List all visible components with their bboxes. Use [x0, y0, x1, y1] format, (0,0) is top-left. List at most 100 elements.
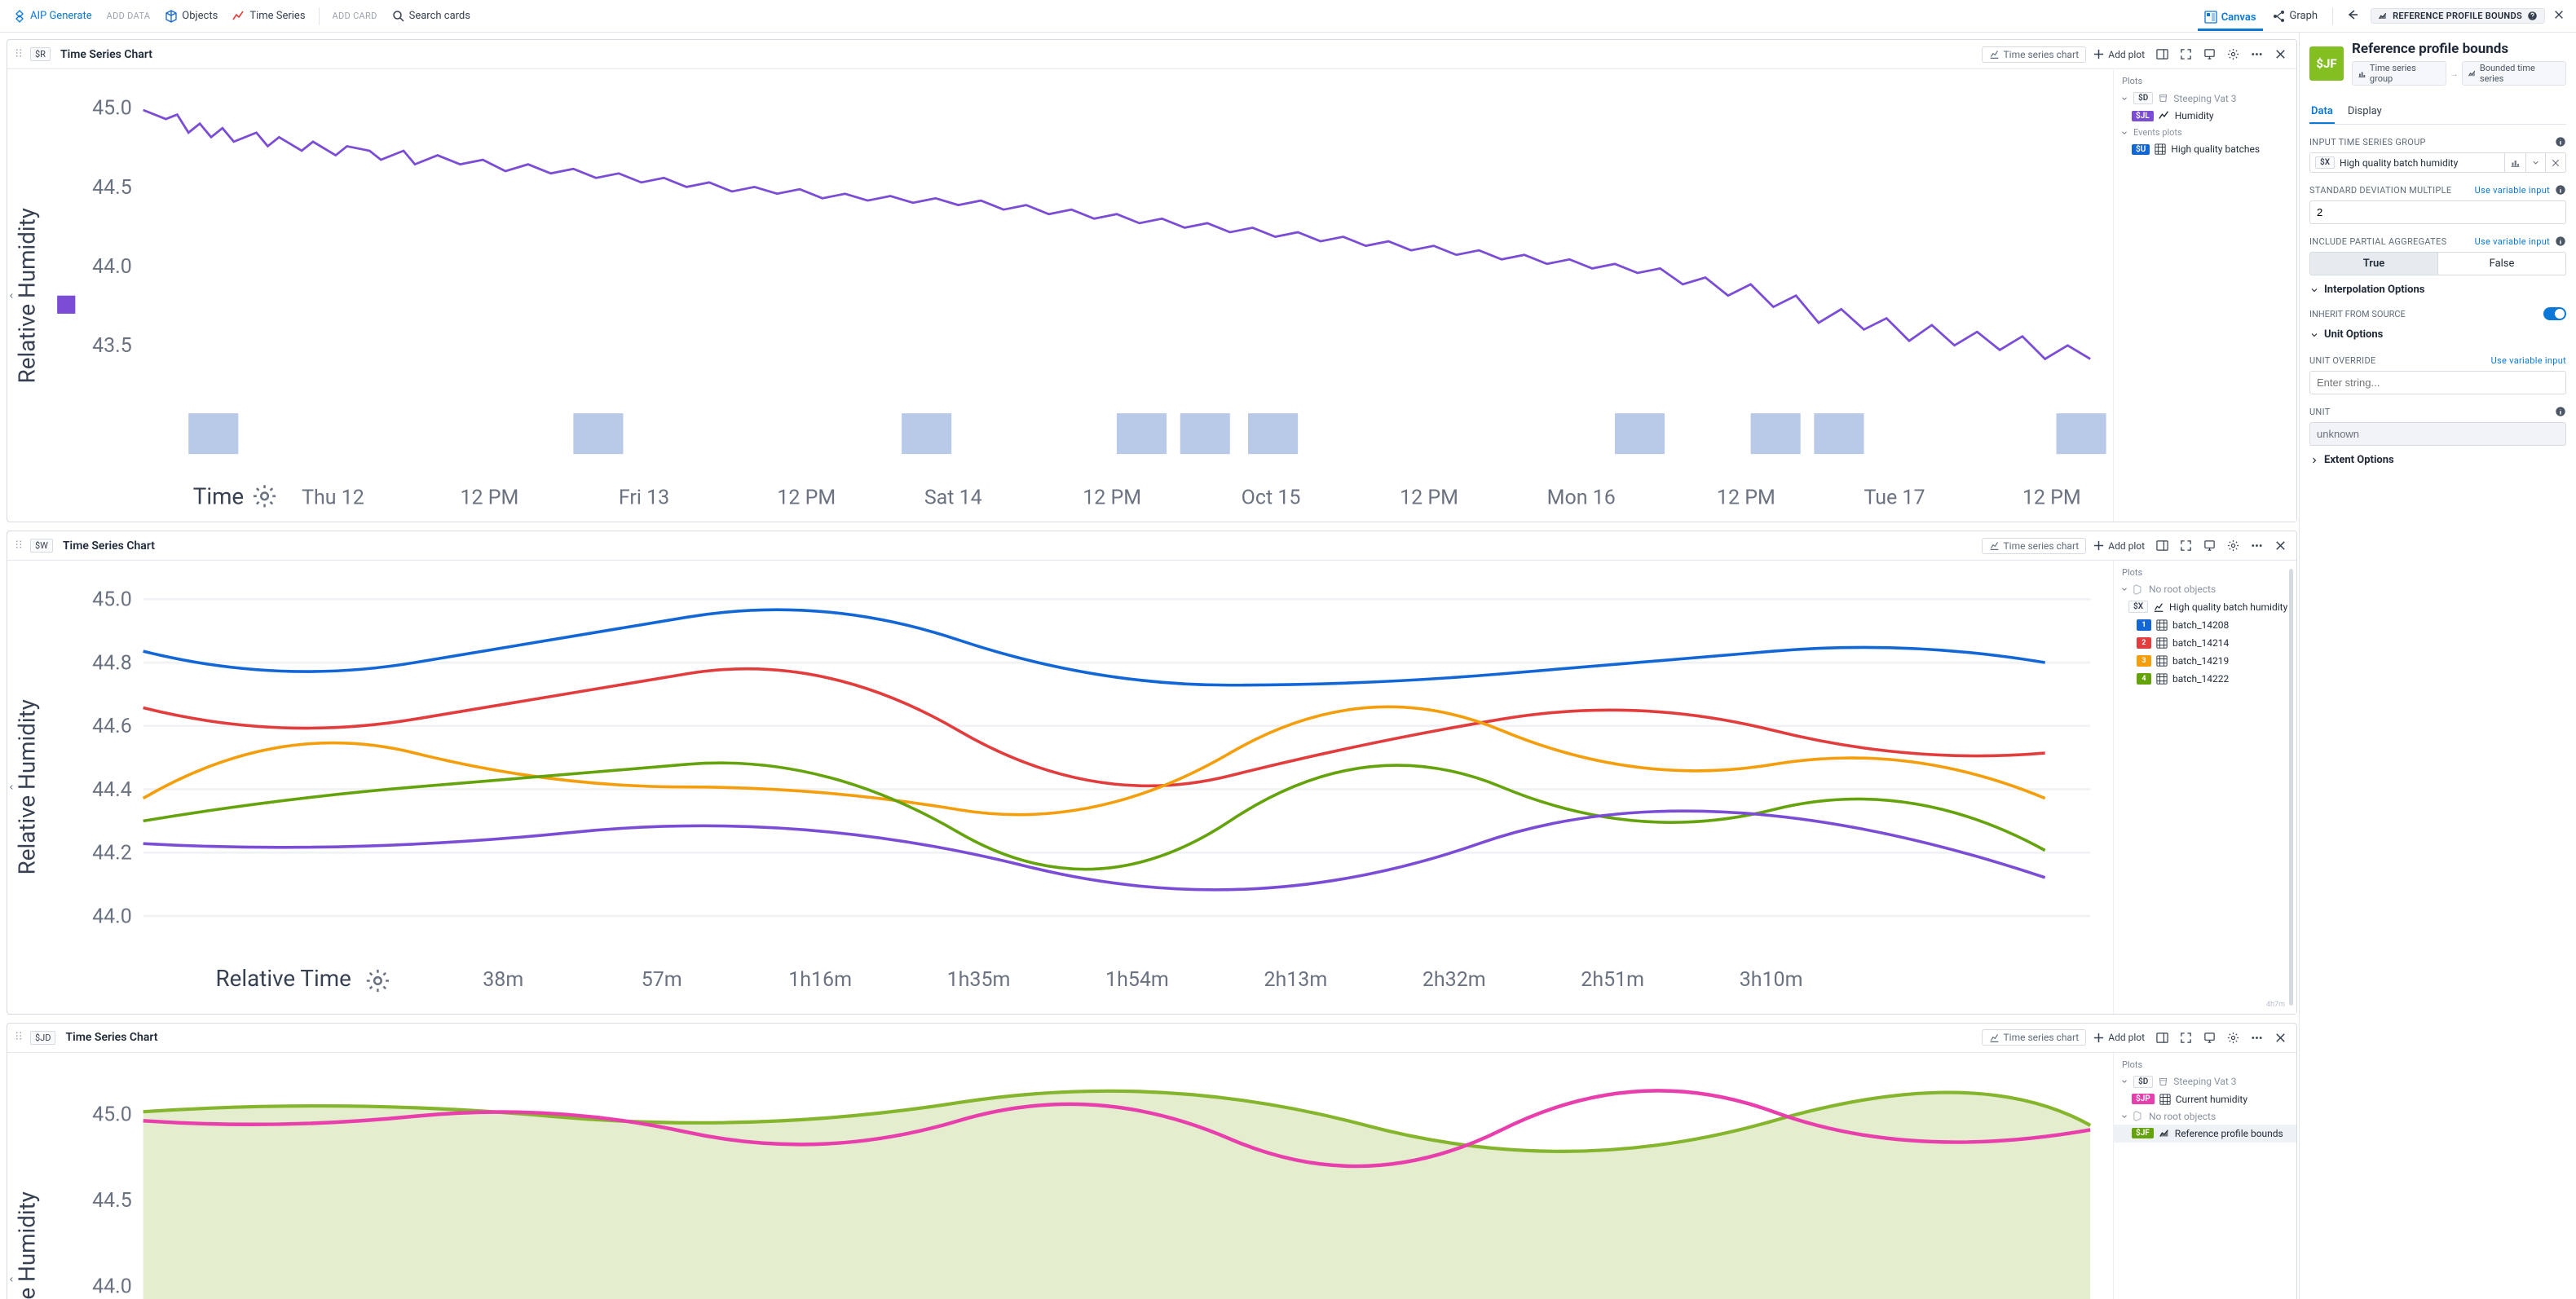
more-button[interactable] — [2246, 1028, 2268, 1047]
plot-row[interactable]: $JP Current humidity — [2114, 1090, 2296, 1108]
inherit-toggle[interactable] — [2543, 307, 2566, 320]
use-variable-link[interactable]: Use variable input — [2491, 355, 2566, 366]
svg-text:38m: 38m — [483, 969, 523, 993]
add-plot-button[interactable]: Add plot — [2088, 536, 2150, 555]
plots-title: Plots — [2114, 564, 2296, 581]
chip-badge: $X — [2315, 156, 2335, 169]
section-partial: INCLUDE PARTIAL AGGREGATES Use variable … — [2309, 236, 2566, 247]
search-icon — [392, 10, 405, 23]
present-button[interactable] — [2199, 536, 2221, 555]
panel-icon — [2156, 1032, 2168, 1044]
plot-row-batch[interactable]: 2 batch_14214 — [2114, 634, 2296, 652]
expand-button[interactable] — [2175, 536, 2197, 555]
close-panel-button[interactable] — [2548, 5, 2569, 27]
section-label: Steeping Vat 3 — [2173, 1076, 2236, 1087]
arrow-icon: → — [2450, 68, 2459, 79]
drag-handle[interactable] — [12, 538, 25, 554]
plus-icon — [2093, 1032, 2105, 1044]
tab-data[interactable]: Data — [2309, 100, 2335, 124]
chart-region[interactable]: Relative Humidity 45.0 44.5 44.0 43.5 — [7, 1053, 2113, 1299]
settings-button[interactable] — [2222, 45, 2244, 64]
plot-row[interactable]: $JL Humidity — [2114, 107, 2296, 125]
section-unit[interactable]: Unit Options — [2309, 320, 2566, 344]
settings-button[interactable] — [2222, 536, 2244, 555]
chart-type-selector[interactable]: Time series chart — [1982, 538, 2087, 554]
hatch-icon — [2156, 619, 2168, 631]
gear-icon — [2227, 1032, 2239, 1044]
scrollbar[interactable] — [2289, 569, 2293, 1005]
series-swatch: 2 — [2137, 637, 2151, 649]
close-card-button[interactable] — [2269, 45, 2291, 64]
close-card-button[interactable] — [2269, 1028, 2291, 1047]
plots-panel: Plots $D Steeping Vat 3 $JP Current humi… — [2113, 1053, 2296, 1299]
chip-dropdown-button[interactable] — [2526, 152, 2546, 173]
segment-true[interactable]: True — [2309, 252, 2438, 275]
tab-display[interactable]: Display — [2346, 100, 2384, 124]
events-section[interactable]: Events plots — [2114, 125, 2296, 140]
present-button[interactable] — [2199, 45, 2221, 64]
section-input-tsg: INPUT TIME SERIES GROUP — [2309, 136, 2566, 148]
toggle-panel-button[interactable] — [2151, 536, 2173, 555]
info-icon — [2555, 406, 2566, 417]
plot-row-selected[interactable]: $JF Reference profile bounds — [2114, 1125, 2296, 1143]
plot-row-batch[interactable]: 1 batch_14208 — [2114, 616, 2296, 634]
toggle-panel-button[interactable] — [2151, 1028, 2173, 1047]
chart-region[interactable]: Relative Humidity 45.0 44.8 44.6 44.4 44… — [7, 561, 2113, 1013]
chart-type-selector[interactable]: Time series chart — [1982, 1029, 2087, 1046]
plot-label: batch_14219 — [2172, 655, 2229, 667]
edge-collapse[interactable] — [7, 284, 17, 307]
drag-handle[interactable] — [12, 1029, 25, 1046]
aip-generate[interactable]: AIP Generate — [7, 7, 99, 26]
tab-graph[interactable]: Graph — [2266, 7, 2325, 26]
section-extent[interactable]: Extent Options — [2309, 446, 2566, 469]
plot-row[interactable]: $U High quality batches — [2114, 140, 2296, 158]
edge-collapse[interactable] — [7, 776, 17, 799]
side-tabs: Data Display — [2309, 100, 2566, 125]
unit-override-input[interactable] — [2309, 371, 2566, 394]
back-button[interactable] — [2341, 5, 2364, 28]
more-button[interactable] — [2246, 536, 2268, 555]
objects-button[interactable]: Objects — [158, 7, 224, 26]
chip-clear-button[interactable] — [2546, 152, 2566, 173]
chevron-down-icon — [2120, 585, 2128, 593]
plot-section[interactable]: $D Steeping Vat 3 — [2114, 90, 2296, 107]
use-variable-link[interactable]: Use variable input — [2475, 185, 2550, 196]
svg-text:Sat 14: Sat 14 — [924, 486, 982, 509]
present-button[interactable] — [2199, 1028, 2221, 1047]
timeseries-button[interactable]: Time Series — [226, 7, 311, 26]
tab-canvas[interactable]: Canvas — [2198, 7, 2263, 31]
plot-section[interactable]: $D Steeping Vat 3 — [2114, 1073, 2296, 1090]
add-plot-button[interactable]: Add plot — [2088, 45, 2150, 64]
drag-icon — [14, 48, 24, 58]
expand-button[interactable] — [2175, 45, 2197, 64]
header-pill[interactable]: REFERENCE PROFILE BOUNDS — [2371, 8, 2545, 24]
toggle-panel-button[interactable] — [2151, 45, 2173, 64]
plot-row-batch[interactable]: 4 batch_14222 — [2114, 670, 2296, 688]
stddev-input[interactable] — [2309, 200, 2566, 224]
close-card-button[interactable] — [2269, 536, 2291, 555]
expand-button[interactable] — [2175, 1028, 2197, 1047]
card-timeseries-1: $R Time Series Chart Time series chart A… — [7, 39, 2297, 522]
section-interpolation[interactable]: Interpolation Options — [2309, 275, 2566, 299]
settings-button[interactable] — [2222, 1028, 2244, 1047]
chart-type-selector[interactable]: Time series chart — [1982, 46, 2087, 63]
dots-icon — [2251, 539, 2263, 552]
plot-section[interactable]: $X High quality batch humidity — [2114, 597, 2296, 616]
use-variable-link[interactable]: Use variable input — [2475, 236, 2550, 247]
svg-text:Thu 12: Thu 12 — [302, 486, 364, 509]
tsg-chip-field[interactable]: $X High quality batch humidity — [2309, 152, 2505, 173]
drag-handle[interactable] — [12, 46, 25, 63]
chip-chart-button[interactable] — [2505, 152, 2526, 173]
search-cards[interactable]: Search cards — [386, 7, 477, 26]
chart-region[interactable]: Relative Humidity 45.0 44.5 44.0 43.5 — [7, 69, 2113, 522]
side-title: Reference profile bounds — [2352, 41, 2566, 57]
chevron-down-icon — [2309, 285, 2319, 295]
more-button[interactable] — [2246, 45, 2268, 64]
svg-text:Relative Time: Relative Time — [216, 966, 351, 993]
no-root-row: No root objects — [2114, 1108, 2296, 1125]
plot-row-batch[interactable]: 3 batch_14219 — [2114, 652, 2296, 670]
segment-false[interactable]: False — [2438, 252, 2566, 275]
add-plot-button[interactable]: Add plot — [2088, 1028, 2150, 1047]
edge-collapse[interactable] — [7, 1268, 17, 1291]
svg-text:12 PM: 12 PM — [1400, 486, 1458, 509]
